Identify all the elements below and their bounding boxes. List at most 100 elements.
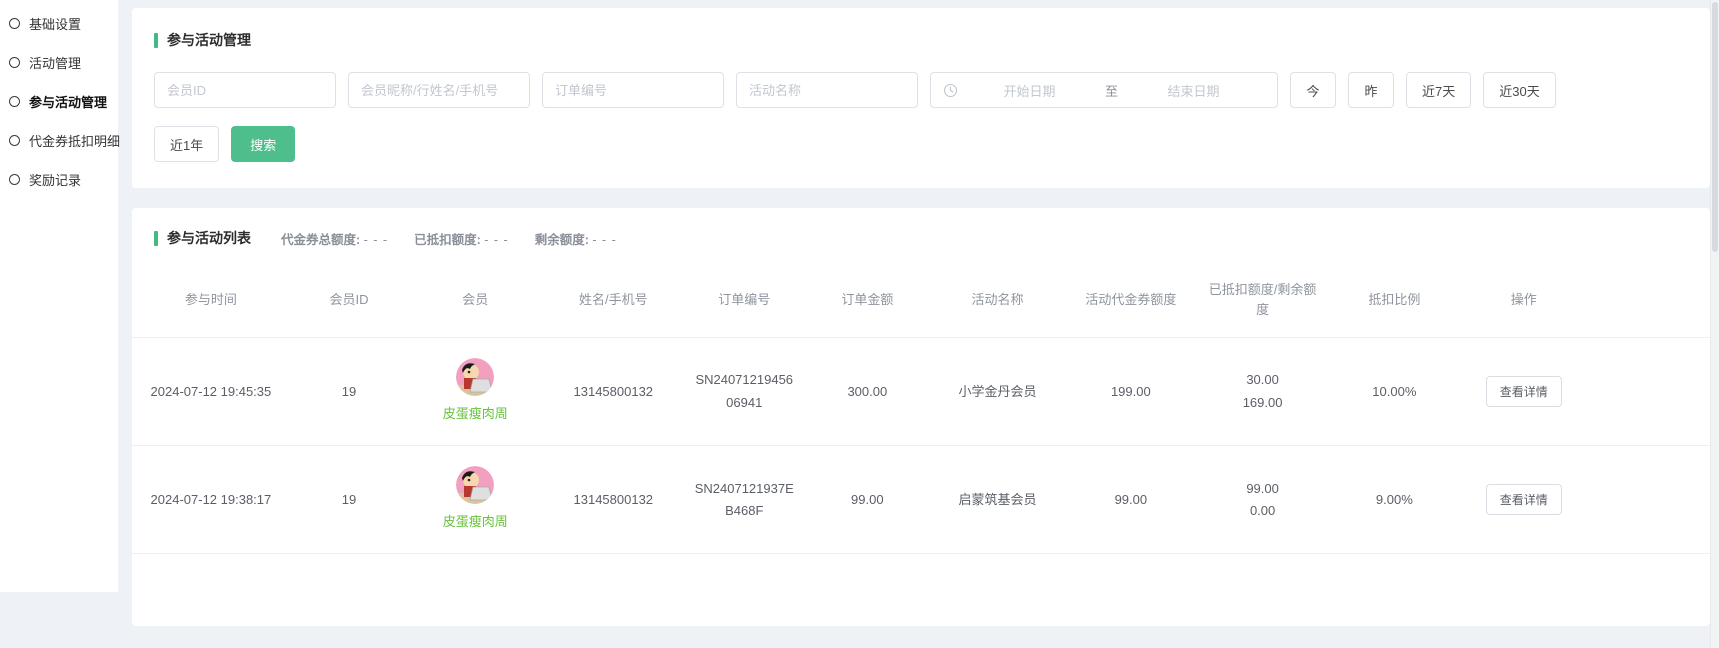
- sidebar-item-participation-management[interactable]: 参与活动管理: [0, 82, 118, 121]
- view-detail-button[interactable]: 查看详情: [1486, 484, 1562, 515]
- member-avatar[interactable]: [456, 358, 494, 396]
- cell-empty: [1587, 446, 1710, 554]
- deducted-quota-stat: 已抵扣额度: - - -: [414, 229, 509, 248]
- cell-voucher-amount: 99.00: [1065, 446, 1198, 554]
- cell-member-id: 19: [290, 446, 408, 554]
- cell-activity-name: 小学金丹会员: [930, 338, 1064, 446]
- sidebar-item-label: 奖励记录: [29, 170, 81, 189]
- sidebar-item-label: 代金券抵扣明细: [29, 131, 120, 150]
- search-button[interactable]: 搜索: [231, 126, 295, 162]
- cell-phone: 13145800132: [542, 338, 684, 446]
- cell-member-id: 19: [290, 338, 408, 446]
- col-header-deducted-remaining: 已抵扣额度/剩余额度: [1197, 272, 1328, 338]
- member-nickname-link[interactable]: 皮蛋瘦肉周: [443, 403, 508, 425]
- activity-name-input[interactable]: [736, 72, 918, 108]
- cell-order-no: SN2407121945606941: [684, 338, 804, 446]
- filter-panel: 参与活动管理 开始日期 至 结束日期 今 昨 近7天 近30天 近1年: [132, 8, 1710, 188]
- last-1-year-button[interactable]: 近1年: [154, 126, 219, 162]
- sidebar-item-activity-management[interactable]: 活动管理: [0, 43, 118, 82]
- filter-panel-title: 参与活动管理: [154, 30, 1690, 50]
- cell-order-no: SN2407121937EB468F: [684, 446, 804, 554]
- cell-time: 2024-07-12 19:45:35: [132, 338, 290, 446]
- vertical-scrollbar[interactable]: [1710, 0, 1719, 648]
- cell-actions: 查看详情: [1461, 338, 1587, 446]
- member-avatar[interactable]: [456, 466, 494, 504]
- col-header-member-id: 会员ID: [290, 272, 408, 338]
- table-bottom-spacer: [132, 554, 1710, 626]
- date-separator: 至: [1101, 81, 1122, 100]
- member-nickname-link[interactable]: 皮蛋瘦肉周: [443, 511, 508, 533]
- cell-deducted-remaining: 30.00 169.00: [1197, 338, 1328, 446]
- col-header-actions: 操作: [1461, 272, 1587, 338]
- sidebar-item-label: 活动管理: [29, 53, 81, 72]
- cell-member: 皮蛋瘦肉周: [408, 446, 542, 554]
- table-row: 2024-07-12 19:45:35 19: [132, 338, 1710, 446]
- list-title: 参与活动列表: [167, 228, 251, 248]
- remaining-value: 0.00: [1205, 500, 1320, 522]
- member-id-input[interactable]: [154, 72, 336, 108]
- remaining-quota-stat: 剩余额度: - - -: [535, 229, 617, 248]
- cell-member: 皮蛋瘦肉周: [408, 338, 542, 446]
- deducted-value: 99.00: [1205, 478, 1320, 500]
- total-quota-stat: 代金券总额度: - - -: [281, 229, 388, 248]
- col-header-activity: 活动名称: [930, 272, 1064, 338]
- sidebar-item-label: 参与活动管理: [29, 92, 107, 111]
- clock-icon: [943, 83, 958, 98]
- filter-row-2: 近1年 搜索: [154, 126, 1690, 162]
- remaining-quota-label: 剩余额度:: [535, 233, 589, 247]
- col-header-time: 参与时间: [132, 272, 290, 338]
- list-panel: 参与活动列表 代金券总额度: - - - 已抵扣额度: - - - 剩余额度: …: [132, 208, 1710, 626]
- sidebar-item-voucher-deduction-detail[interactable]: 代金券抵扣明细: [0, 121, 118, 160]
- title-accent-bar: [154, 231, 158, 246]
- main-content: 参与活动管理 开始日期 至 结束日期 今 昨 近7天 近30天 近1年: [132, 0, 1710, 626]
- col-header-order-amount: 订单金额: [804, 272, 930, 338]
- cell-order-amount: 99.00: [804, 446, 930, 554]
- remaining-value: 169.00: [1205, 392, 1320, 414]
- deducted-quota-label: 已抵扣额度:: [414, 233, 481, 247]
- cell-ratio: 9.00%: [1328, 446, 1461, 554]
- scrollbar-thumb[interactable]: [1712, 2, 1718, 252]
- page-title: 参与活动管理: [167, 30, 251, 50]
- sidebar: 基础设置 活动管理 参与活动管理 代金券抵扣明细 奖励记录: [0, 0, 118, 592]
- cell-phone: 13145800132: [542, 446, 684, 554]
- last-30-days-button[interactable]: 近30天: [1483, 72, 1555, 108]
- remaining-quota-value: - - -: [592, 233, 616, 247]
- total-quota-value: - - -: [364, 233, 388, 247]
- order-number-input[interactable]: [542, 72, 724, 108]
- today-button[interactable]: 今: [1290, 72, 1336, 108]
- start-date-placeholder[interactable]: 开始日期: [958, 81, 1101, 100]
- table-header-row: 参与时间 会员ID 会员 姓名/手机号 订单编号 订单金额 活动名称 活动代金券…: [132, 272, 1710, 338]
- last-7-days-button[interactable]: 近7天: [1406, 72, 1471, 108]
- title-accent-bar: [154, 33, 158, 48]
- circle-icon: [9, 57, 20, 68]
- cell-actions: 查看详情: [1461, 446, 1587, 554]
- col-header-name-phone: 姓名/手机号: [542, 272, 684, 338]
- cell-voucher-amount: 199.00: [1065, 338, 1198, 446]
- cell-deducted-remaining: 99.00 0.00: [1197, 446, 1328, 554]
- cell-empty: [1587, 338, 1710, 446]
- circle-icon: [9, 174, 20, 185]
- end-date-placeholder[interactable]: 结束日期: [1122, 81, 1265, 100]
- col-header-empty: [1587, 272, 1710, 338]
- participation-table: 参与时间 会员ID 会员 姓名/手机号 订单编号 订单金额 活动名称 活动代金券…: [132, 272, 1710, 626]
- filter-row-1: 开始日期 至 结束日期 今 昨 近7天 近30天: [154, 72, 1690, 108]
- table-row: 2024-07-12 19:38:17 19: [132, 446, 1710, 554]
- date-range-picker[interactable]: 开始日期 至 结束日期: [930, 72, 1278, 108]
- view-detail-button[interactable]: 查看详情: [1486, 376, 1562, 407]
- sidebar-item-basic-settings[interactable]: 基础设置: [0, 4, 118, 43]
- list-panel-header: 参与活动列表 代金券总额度: - - - 已抵扣额度: - - - 剩余额度: …: [132, 228, 1710, 248]
- cell-order-amount: 300.00: [804, 338, 930, 446]
- member-name-phone-input[interactable]: [348, 72, 530, 108]
- col-header-voucher-amount: 活动代金券额度: [1065, 272, 1198, 338]
- circle-icon: [9, 96, 20, 107]
- circle-icon: [9, 135, 20, 146]
- total-quota-label: 代金券总额度:: [281, 233, 360, 247]
- list-panel-title-wrap: 参与活动列表: [154, 228, 251, 248]
- col-header-order-no: 订单编号: [684, 272, 804, 338]
- yesterday-button[interactable]: 昨: [1348, 72, 1394, 108]
- circle-icon: [9, 18, 20, 29]
- deducted-quota-value: - - -: [484, 233, 508, 247]
- sidebar-item-reward-records[interactable]: 奖励记录: [0, 160, 118, 199]
- cell-activity-name: 启蒙筑基会员: [930, 446, 1064, 554]
- cell-ratio: 10.00%: [1328, 338, 1461, 446]
